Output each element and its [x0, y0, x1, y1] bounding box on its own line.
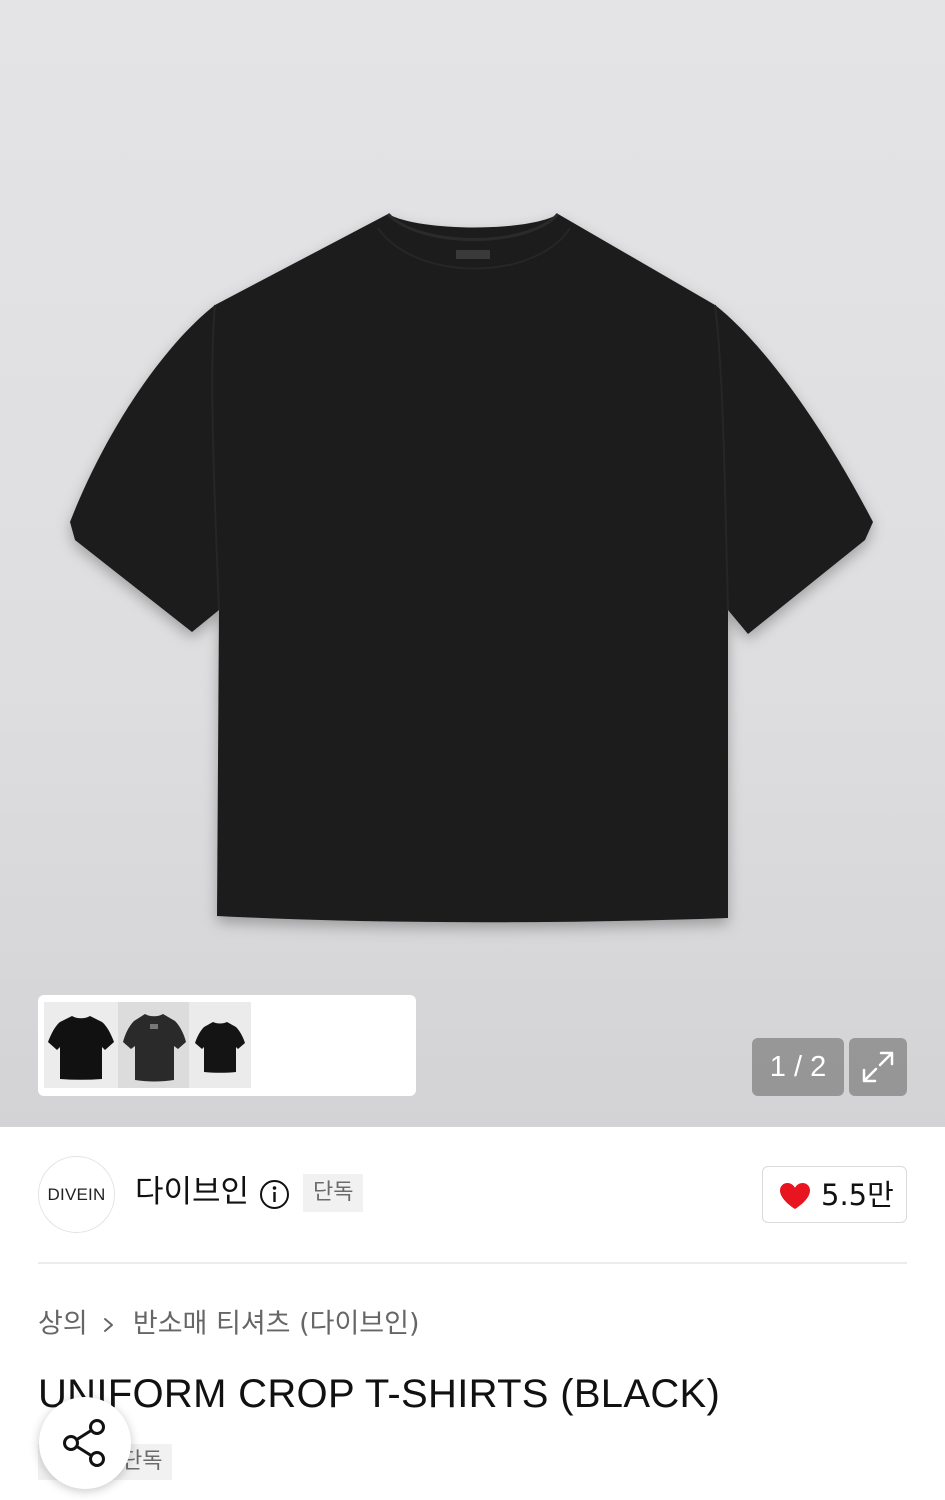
image-pager: 1 / 2	[752, 1038, 844, 1096]
expand-button[interactable]	[849, 1038, 907, 1096]
thumbnail-strip	[38, 995, 416, 1096]
exclusive-badge: 단독	[303, 1174, 364, 1212]
breadcrumb-category[interactable]: 상의	[38, 1309, 88, 1340]
thumbnail-2[interactable]	[118, 1002, 192, 1088]
thumbnail-3[interactable]	[189, 1002, 251, 1088]
thumbnail-3-image	[195, 1022, 245, 1073]
info-icon[interactable]	[259, 1179, 290, 1210]
share-button[interactable]	[39, 1397, 131, 1489]
brand-logo[interactable]: DIVEIN	[38, 1156, 115, 1233]
like-count: 5.5만	[821, 1178, 894, 1212]
expand-icon	[862, 1051, 894, 1083]
heart-icon	[780, 1183, 810, 1209]
breadcrumb: 상의 반소매 티셔츠 (다이브인)	[38, 1304, 420, 1344]
breadcrumb-subcategory[interactable]: 반소매 티셔츠 (다이브인)	[133, 1309, 420, 1340]
product-image	[70, 212, 873, 923]
thumbnail-2-image	[123, 1014, 186, 1082]
like-button[interactable]: 5.5만	[762, 1166, 907, 1223]
product-title: UNIFORM CROP T-SHIRTS (BLACK)	[38, 1372, 721, 1416]
brand-row: DIVEIN 다이브인 단독 5.5만	[38, 1156, 907, 1234]
thumbnail-1-image	[48, 1016, 114, 1080]
brand-name[interactable]: 다이브인	[135, 1172, 249, 1212]
product-image-gallery[interactable]: 1 / 2	[0, 0, 945, 1127]
divider	[38, 1262, 907, 1264]
chevron-right-icon	[96, 1305, 124, 1345]
thumbnail-1[interactable]	[44, 1002, 118, 1088]
share-icon	[63, 1419, 105, 1467]
